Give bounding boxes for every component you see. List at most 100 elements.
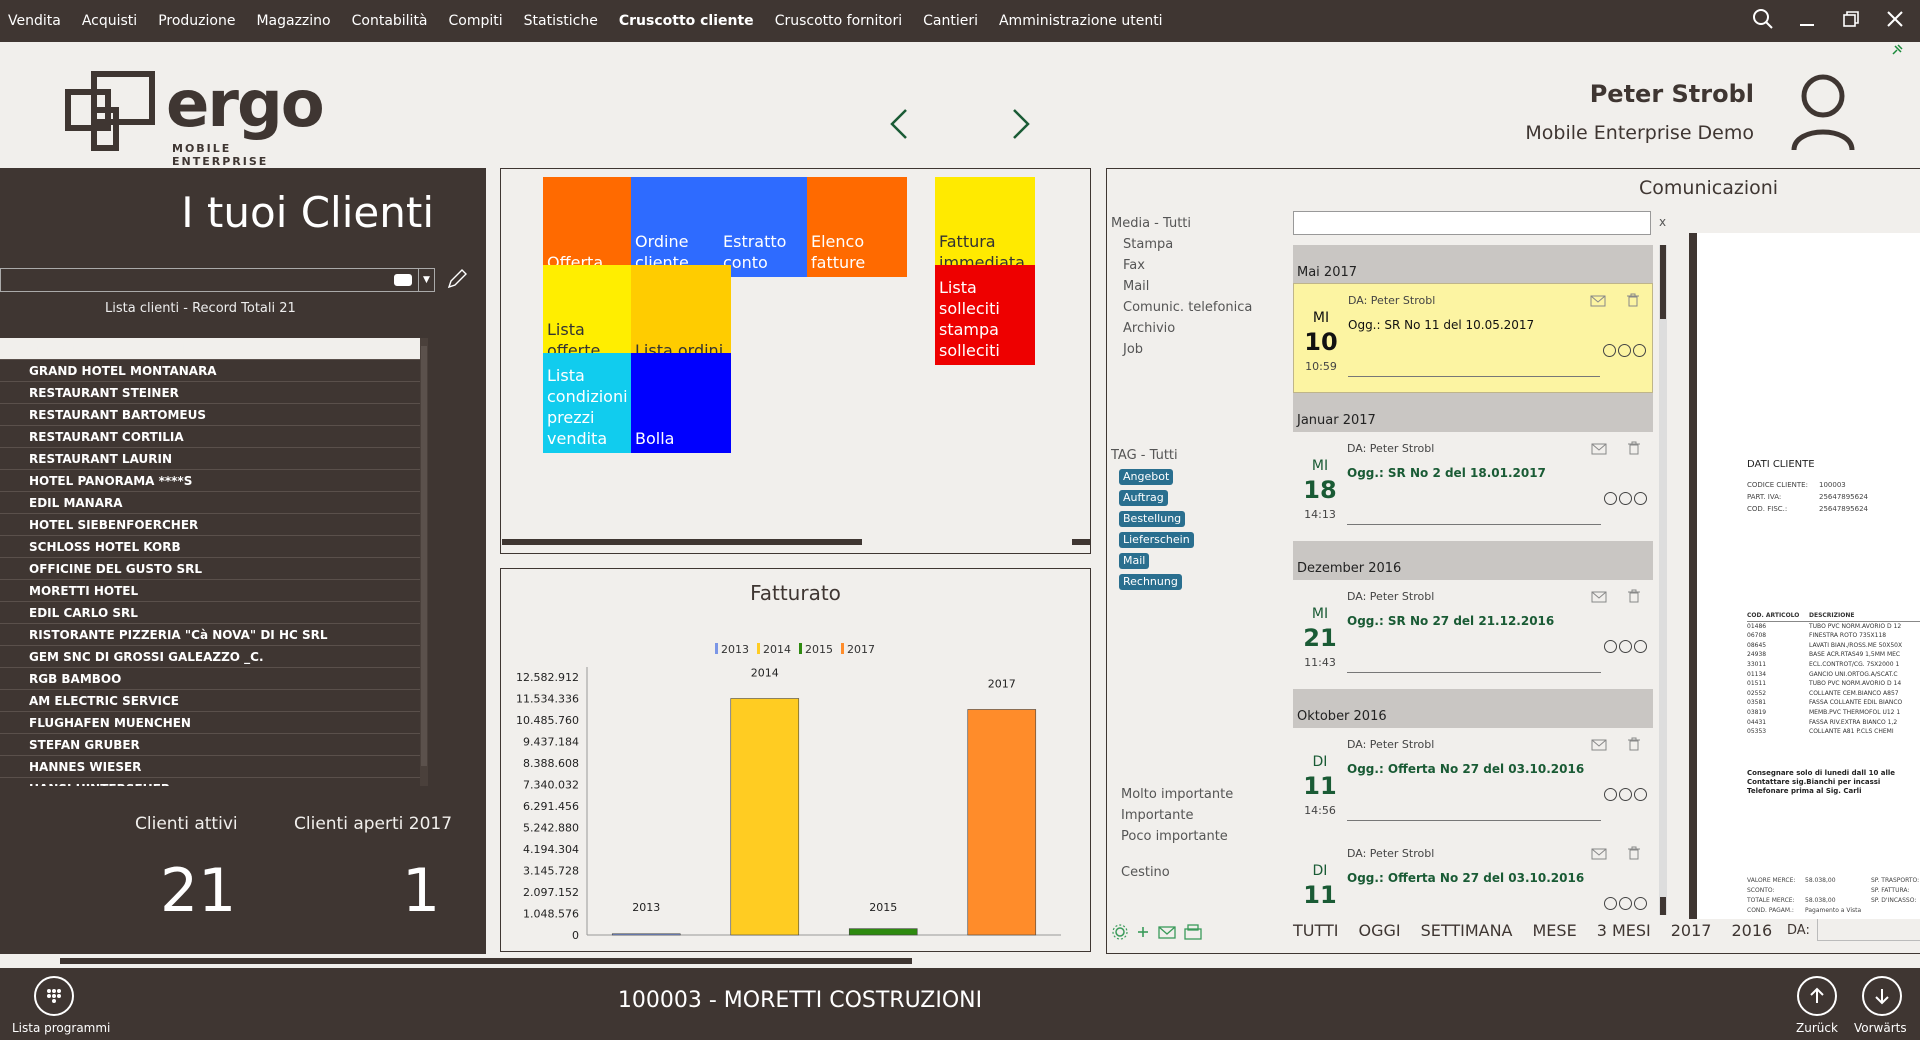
time-filter-3[interactable]: MESE bbox=[1533, 921, 1577, 940]
priority-dot[interactable] bbox=[1604, 897, 1617, 910]
priority-dot[interactable] bbox=[1634, 788, 1647, 801]
client-row[interactable]: MORETTI HOTEL bbox=[0, 580, 422, 602]
priority-dot[interactable] bbox=[1604, 492, 1617, 505]
priority-filter[interactable]: Importante bbox=[1121, 808, 1193, 823]
scroll-thumb-end[interactable] bbox=[1660, 897, 1666, 915]
client-row[interactable]: AM ELECTRIC SERVICE bbox=[0, 690, 422, 712]
priority-dot[interactable] bbox=[1618, 344, 1631, 357]
comm-item[interactable]: DA: Peter Strobl DI 11 14:56 Ogg.: Offerta N… bbox=[1293, 837, 1653, 915]
time-filter-6[interactable]: 2016 bbox=[1731, 921, 1772, 940]
mail-icon[interactable] bbox=[1591, 588, 1607, 607]
client-row[interactable]: EDIL MANARA bbox=[0, 492, 422, 514]
clear-search-button[interactable]: x bbox=[1659, 215, 1666, 229]
comm-list-scrollbar[interactable] bbox=[1659, 245, 1667, 915]
search-icon[interactable] bbox=[1750, 6, 1776, 32]
priority-dots[interactable] bbox=[1604, 640, 1647, 653]
client-row[interactable]: RISTORANTE PIZZERIA "Cà NOVA" DI HC SRL bbox=[0, 624, 422, 646]
media-item[interactable]: Fax bbox=[1111, 255, 1252, 276]
client-row[interactable]: RESTAURANT CORTILIA bbox=[0, 426, 422, 448]
priority-filter[interactable]: Poco importante bbox=[1121, 829, 1228, 844]
client-list-scrollbar[interactable] bbox=[420, 338, 428, 786]
filter-toggle-icon[interactable] bbox=[394, 274, 412, 286]
menu-item-5[interactable]: Compiti bbox=[449, 13, 503, 29]
tile-5[interactable]: Lista offerte bbox=[543, 265, 643, 365]
comm-item[interactable]: DA: Peter Strobl MI 10 10:59 Ogg.: SR No 11 … bbox=[1293, 283, 1653, 393]
client-row[interactable]: SCHLOSS HOTEL KORB bbox=[0, 536, 422, 558]
media-item[interactable]: Stampa bbox=[1111, 234, 1252, 255]
menu-item-9[interactable]: Cantieri bbox=[923, 13, 978, 29]
priority-dot[interactable] bbox=[1634, 640, 1647, 653]
minimize-icon[interactable] bbox=[1794, 6, 1820, 32]
priority-filter[interactable]: Molto importante bbox=[1121, 787, 1233, 802]
mail-icon[interactable] bbox=[1157, 923, 1177, 941]
menu-item-2[interactable]: Produzione bbox=[158, 13, 235, 29]
priority-dot[interactable] bbox=[1603, 344, 1616, 357]
tile-6[interactable]: Lista ordini bbox=[631, 265, 731, 365]
time-filter-4[interactable]: 3 MESI bbox=[1597, 921, 1651, 940]
media-item[interactable]: Comunic. telefonica bbox=[1111, 297, 1252, 318]
scroll-thumb[interactable] bbox=[1660, 245, 1666, 319]
comm-item[interactable]: DA: Peter Strobl DI 11 14:56 Ogg.: Offerta N… bbox=[1293, 727, 1653, 837]
client-row[interactable]: EDIL CARLO SRL bbox=[0, 602, 422, 624]
priority-dot[interactable] bbox=[1634, 492, 1647, 505]
media-item[interactable]: Job bbox=[1111, 339, 1252, 360]
fax-icon[interactable] bbox=[1183, 923, 1203, 941]
priority-dot[interactable] bbox=[1633, 344, 1646, 357]
client-row[interactable]: RESTAURANT STEINER bbox=[0, 382, 422, 404]
tiles-scrollbar-end[interactable] bbox=[1072, 539, 1090, 545]
forward-button[interactable] bbox=[1862, 976, 1902, 1016]
tile-1[interactable]: Ordine cliente bbox=[631, 177, 731, 277]
tiles-scrollbar[interactable] bbox=[502, 539, 862, 545]
menu-item-1[interactable]: Acquisti bbox=[82, 13, 137, 29]
trash-filter[interactable]: Cestino bbox=[1121, 865, 1170, 880]
client-row[interactable]: RESTAURANT LAURIN bbox=[0, 448, 422, 470]
client-row[interactable]: FLUGHAFEN MUENCHEN bbox=[0, 712, 422, 734]
priority-dot[interactable] bbox=[1619, 640, 1632, 653]
time-filter-0[interactable]: TUTTI bbox=[1293, 921, 1338, 940]
priority-dot[interactable] bbox=[1619, 788, 1632, 801]
comm-item[interactable]: DA: Peter Strobl MI 18 14:13 Ogg.: SR No 2 d… bbox=[1293, 431, 1653, 541]
tag-chip[interactable]: Lieferschein bbox=[1119, 532, 1194, 548]
horizontal-scrollbar[interactable] bbox=[0, 956, 1920, 966]
time-filter-1[interactable]: OGGI bbox=[1358, 921, 1400, 940]
scroll-thumb[interactable] bbox=[60, 958, 912, 964]
date-from-input[interactable] bbox=[1817, 917, 1920, 941]
priority-dot[interactable] bbox=[1634, 897, 1647, 910]
restore-icon[interactable] bbox=[1838, 6, 1864, 32]
media-item[interactable]: Mail bbox=[1111, 276, 1252, 297]
menu-item-3[interactable]: Magazzino bbox=[256, 13, 330, 29]
document-preview[interactable]: DATI CLIENTE CODICE CLIENTE: 100003 PART. … bbox=[1689, 233, 1920, 919]
priority-dots[interactable] bbox=[1604, 492, 1647, 505]
menu-item-8[interactable]: Cruscotto fornitori bbox=[775, 13, 902, 29]
tile-8[interactable]: Lista condizioni prezzi vendita bbox=[543, 353, 643, 453]
media-item[interactable]: Archivio bbox=[1111, 318, 1252, 339]
client-row[interactable]: HOTEL SIEBENFOERCHER bbox=[0, 514, 422, 536]
close-icon[interactable] bbox=[1882, 6, 1908, 32]
pin-icon[interactable] bbox=[1890, 42, 1904, 61]
trash-icon[interactable] bbox=[1627, 845, 1641, 864]
menu-item-0[interactable]: Vendita bbox=[8, 13, 61, 29]
menu-item-7[interactable]: Cruscotto cliente bbox=[619, 13, 754, 29]
mail-icon[interactable] bbox=[1590, 292, 1606, 311]
menu-item-4[interactable]: Contabilità bbox=[352, 13, 428, 29]
client-filter-input[interactable]: ▼ bbox=[0, 268, 435, 292]
menu-item-10[interactable]: Amministrazione utenti bbox=[999, 13, 1163, 29]
client-row[interactable]: GRAND HOTEL MONTANARA bbox=[0, 360, 422, 382]
client-row[interactable]: HANSI HINTERSEHER bbox=[0, 778, 422, 786]
trash-icon[interactable] bbox=[1627, 440, 1641, 459]
trash-icon[interactable] bbox=[1626, 292, 1640, 311]
tile-9[interactable]: Bolla bbox=[631, 353, 731, 453]
chevron-down-icon[interactable]: ▼ bbox=[418, 269, 434, 291]
mail-icon[interactable] bbox=[1591, 845, 1607, 864]
back-button[interactable] bbox=[1797, 976, 1837, 1016]
priority-dots[interactable] bbox=[1603, 344, 1646, 357]
tag-chip[interactable]: Auftrag bbox=[1119, 490, 1168, 506]
time-filter-5[interactable]: 2017 bbox=[1671, 921, 1712, 940]
priority-dot[interactable] bbox=[1619, 492, 1632, 505]
tile-3[interactable]: Elenco fatture bbox=[807, 177, 907, 277]
priority-dots[interactable] bbox=[1604, 897, 1647, 910]
tag-header[interactable]: TAG - Tutti bbox=[1111, 445, 1194, 466]
client-row[interactable]: MORETTI COSTRUZIONI bbox=[0, 338, 422, 360]
client-row[interactable]: HOTEL PANORAMA ****S bbox=[0, 470, 422, 492]
scroll-thumb[interactable] bbox=[421, 346, 427, 766]
